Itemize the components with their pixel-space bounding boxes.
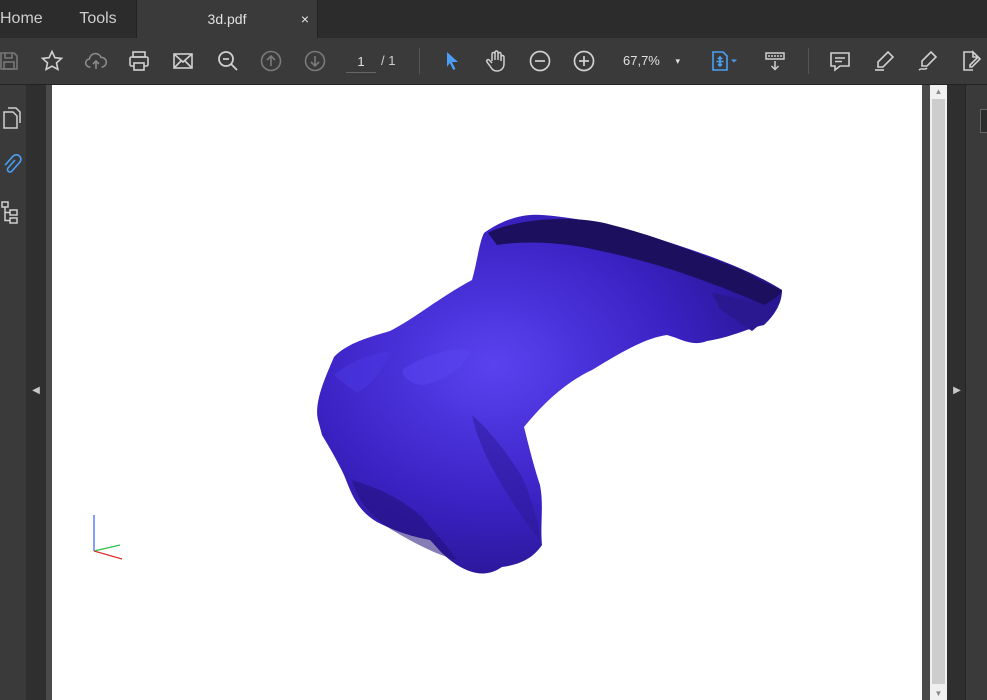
fill-sign-icon[interactable]: [957, 47, 985, 75]
tab-home[interactable]: Home: [0, 0, 60, 38]
tab-bar: Home Tools 3d.pdf ×: [0, 0, 987, 39]
zoom-level-dropdown[interactable]: 67,7% ▾: [614, 49, 688, 73]
collapse-left-icon: ◀: [32, 385, 40, 396]
sign-icon[interactable]: [914, 47, 942, 75]
left-panel-toggle[interactable]: ◀: [26, 85, 46, 700]
hand-tool-icon[interactable]: [482, 47, 510, 75]
main-toolbar: / 1 67,7% ▾: [0, 38, 987, 85]
page-number-input[interactable]: [346, 50, 376, 73]
scroll-mode-icon[interactable]: [761, 47, 789, 75]
model-tree-icon[interactable]: [0, 199, 22, 225]
document-viewport[interactable]: [46, 85, 930, 700]
comment-icon[interactable]: [826, 47, 854, 75]
print-icon[interactable]: [125, 47, 153, 75]
document-tab-title: 3d.pdf: [207, 11, 247, 27]
toolbar-divider: [419, 48, 420, 74]
scroll-up-icon[interactable]: ▲: [930, 87, 947, 96]
axis-indicator: [93, 515, 123, 560]
scrollbar-thumb[interactable]: [932, 99, 945, 684]
pdf-page[interactable]: [52, 85, 922, 700]
close-tab-icon[interactable]: ×: [301, 0, 309, 38]
expand-right-icon: ▶: [953, 385, 961, 396]
left-navigation-rail: [0, 85, 27, 700]
cloud-upload-icon[interactable]: [82, 47, 110, 75]
zoom-in-icon[interactable]: [570, 47, 598, 75]
tab-tools[interactable]: Tools: [60, 0, 136, 38]
zoom-out-icon[interactable]: [526, 47, 554, 75]
page-total-label: / 1: [381, 53, 396, 68]
toolbar-divider: [808, 48, 809, 74]
page-up-icon[interactable]: [257, 47, 285, 75]
page-thumbnails-icon[interactable]: [0, 105, 22, 131]
tab-document[interactable]: 3d.pdf ×: [136, 0, 318, 39]
3d-bone-model: [317, 214, 782, 574]
attachments-icon[interactable]: [0, 151, 22, 177]
search-zoom-icon[interactable]: [214, 47, 242, 75]
highlight-icon[interactable]: [870, 47, 898, 75]
3d-model-canvas[interactable]: [52, 85, 922, 700]
fit-page-chevron-icon[interactable]: [726, 47, 742, 75]
email-icon[interactable]: [169, 47, 197, 75]
save-icon[interactable]: [0, 47, 23, 75]
bookmark-star-icon[interactable]: [38, 47, 66, 75]
select-cursor-icon[interactable]: [438, 47, 466, 75]
vertical-scrollbar[interactable]: ▲ ▼: [930, 85, 947, 700]
page-down-icon[interactable]: [301, 47, 329, 75]
zoom-value: 67,7%: [623, 53, 660, 68]
chevron-down-icon: ▾: [675, 56, 680, 66]
right-panel-toggle[interactable]: ▶: [947, 85, 965, 700]
scroll-down-icon[interactable]: ▼: [930, 689, 947, 698]
right-tools-rail: [965, 85, 987, 700]
right-pane-handle[interactable]: [980, 109, 987, 133]
